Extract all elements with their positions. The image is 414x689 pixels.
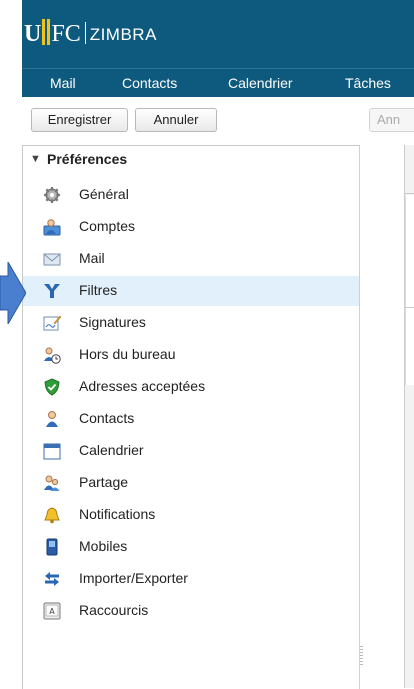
tree-item-mobiles[interactable]: Mobiles xyxy=(23,532,359,562)
ufc-zimbra-logo[interactable]: U FC ZIMBRA xyxy=(24,17,157,47)
pane-resize-handle[interactable] xyxy=(360,646,363,666)
tree-item-label: Filtres xyxy=(79,282,118,298)
preferences-tree: ▼ Préférences Général Comptes Mail Filtr… xyxy=(22,145,360,689)
content-line xyxy=(404,307,414,308)
tree-item-label: Comptes xyxy=(79,218,136,234)
preferences-toolbar: Enregistrer Annuler Ann xyxy=(22,97,414,145)
tree-item-label: Raccourcis xyxy=(79,602,149,618)
tree-root-label: Préférences xyxy=(47,151,128,167)
tree-item-label: Hors du bureau xyxy=(79,346,176,362)
tree-item-accepted-addresses[interactable]: Adresses acceptées xyxy=(23,372,359,402)
tree-item-accounts[interactable]: Comptes xyxy=(23,212,359,242)
tree-item-label: Mobiles xyxy=(79,538,128,554)
signature-icon xyxy=(43,315,61,331)
tree-item-label: Contacts xyxy=(79,410,135,426)
tree-item-mail[interactable]: Mail xyxy=(23,244,359,274)
logo-fc: FC xyxy=(51,21,81,47)
tree-header-preferences[interactable]: ▼ Préférences xyxy=(23,146,359,173)
tree-item-label: Adresses acceptées xyxy=(79,378,206,394)
calendar-icon xyxy=(43,443,61,460)
save-button[interactable]: Enregistrer xyxy=(31,108,128,132)
preferences-content-pane xyxy=(366,145,414,688)
mobile-icon xyxy=(46,538,58,556)
tree-item-contacts[interactable]: Contacts xyxy=(23,404,359,434)
filter-icon xyxy=(44,284,60,298)
tab-tasks[interactable]: Tâches xyxy=(345,75,391,91)
content-frame xyxy=(405,195,414,385)
tab-contacts[interactable]: Contacts xyxy=(122,75,177,91)
tree-item-label: Notifications xyxy=(79,506,156,522)
keyboard-shortcut-icon: A xyxy=(43,602,61,620)
tree-item-label: Signatures xyxy=(79,314,146,330)
content-line xyxy=(404,193,414,194)
tree-item-label: Général xyxy=(79,186,129,202)
tree-item-notifications[interactable]: Notifications xyxy=(23,500,359,530)
tree-item-signatures[interactable]: Signatures xyxy=(23,308,359,338)
shield-check-icon xyxy=(44,378,60,396)
cancel-button[interactable]: Annuler xyxy=(135,108,217,132)
gear-icon xyxy=(44,187,60,203)
toolbar-partial-button[interactable]: Ann xyxy=(369,108,414,132)
logo-product-name: ZIMBRA xyxy=(89,25,157,44)
bell-icon xyxy=(44,507,60,524)
logo-u: U xyxy=(24,21,42,47)
tree-item-general[interactable]: Général xyxy=(23,180,359,210)
app-tab-bar: Mail Contacts Calendrier Tâches xyxy=(22,68,414,98)
logo-separator xyxy=(84,22,86,44)
annotation-arrow-icon xyxy=(0,262,26,324)
tree-item-filters[interactable]: Filtres xyxy=(23,276,359,306)
tab-calendar[interactable]: Calendrier xyxy=(228,75,293,91)
app-header: U FC ZIMBRA xyxy=(22,0,414,68)
tree-item-label: Mail xyxy=(79,250,105,266)
collapse-triangle-icon[interactable]: ▼ xyxy=(30,153,41,165)
out-of-office-icon xyxy=(44,347,61,364)
import-export-icon xyxy=(45,572,59,586)
tree-item-sharing[interactable]: Partage xyxy=(23,468,359,498)
tab-mail[interactable]: Mail xyxy=(50,75,76,91)
tree-item-calendar[interactable]: Calendrier xyxy=(23,436,359,466)
tree-item-out-of-office[interactable]: Hors du bureau xyxy=(23,340,359,370)
tree-item-label: Partage xyxy=(79,474,129,490)
tree-item-import-export[interactable]: Importer/Exporter xyxy=(23,564,359,594)
accounts-icon xyxy=(43,219,61,236)
svg-text:A: A xyxy=(49,607,55,616)
logo-bars-icon xyxy=(42,19,51,45)
tree-item-shortcuts[interactable]: A Raccourcis xyxy=(23,596,359,626)
envelope-icon xyxy=(43,253,61,266)
tree-item-label: Importer/Exporter xyxy=(79,570,188,586)
sharing-icon xyxy=(44,475,60,491)
tree-item-label: Calendrier xyxy=(79,442,144,458)
contact-icon xyxy=(46,411,58,427)
